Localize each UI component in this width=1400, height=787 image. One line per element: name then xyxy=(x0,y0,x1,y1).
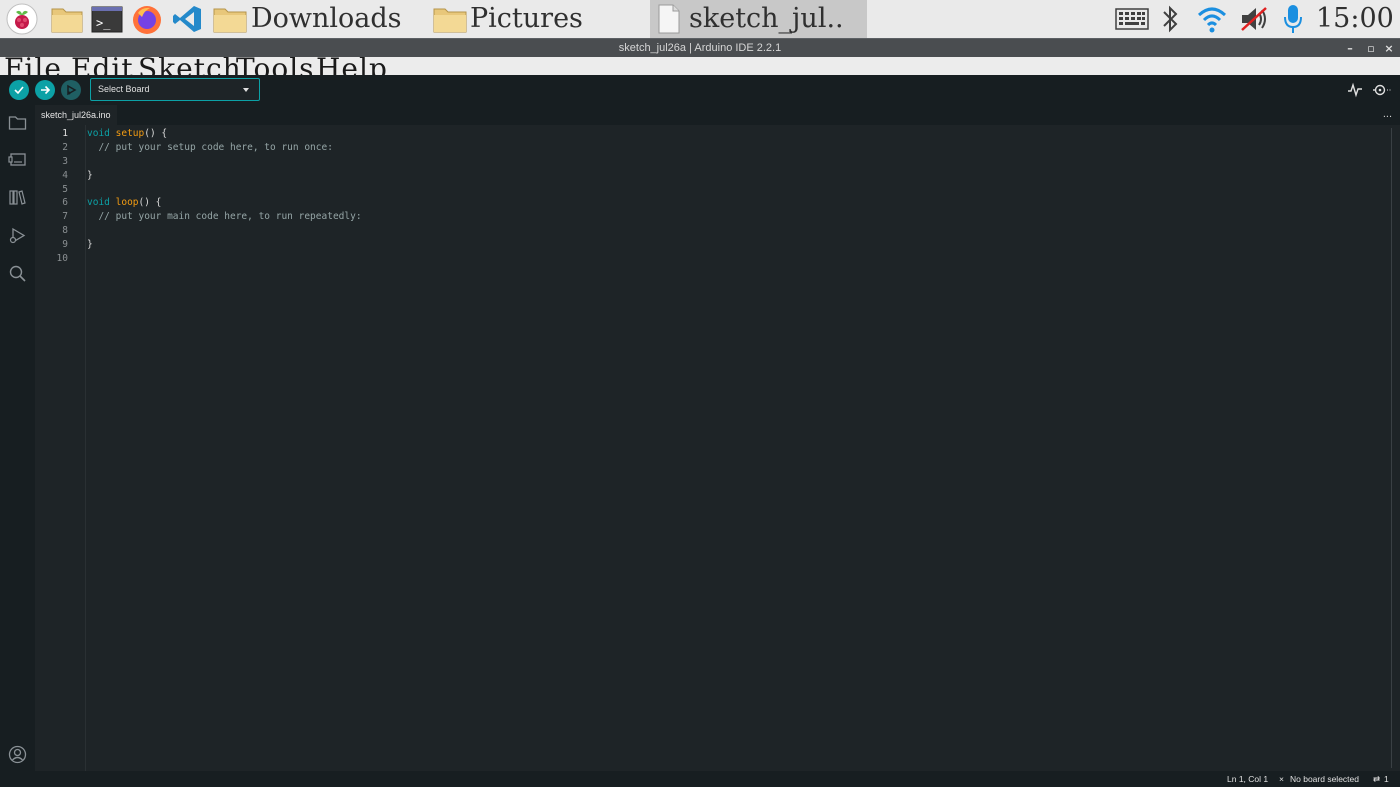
close-icon: × xyxy=(1279,774,1284,784)
menu-tools[interactable]: Tools xyxy=(236,57,315,75)
menu-help[interactable]: Help xyxy=(316,57,388,75)
account-icon[interactable] xyxy=(8,745,27,764)
firefox-launcher[interactable] xyxy=(128,0,166,38)
code-line: } xyxy=(87,239,93,250)
status-bar: Ln 1, Col 1 × No board selected ⇄ 1 xyxy=(0,771,1400,787)
code-comment: // put your main code here, to run repea… xyxy=(87,211,362,222)
volume-tray[interactable] xyxy=(1236,0,1272,38)
line-number: 9 xyxy=(62,239,68,250)
chevron-down-icon xyxy=(243,88,249,92)
code-line: } xyxy=(87,170,93,181)
arrow-right-icon xyxy=(41,85,51,95)
line-number: 3 xyxy=(62,156,68,167)
file-manager-launcher[interactable] xyxy=(48,0,86,38)
window-title: sketch_jul26a | Arduino IDE 2.2.1 xyxy=(618,42,782,54)
code-comment: // put your setup code here, to run once… xyxy=(87,142,333,153)
code-line: void setup() { xyxy=(87,127,167,141)
bluetooth-tray[interactable] xyxy=(1156,0,1184,38)
line-number: 8 xyxy=(62,225,68,236)
library-manager-icon[interactable] xyxy=(8,188,27,207)
line-number: 5 xyxy=(62,184,68,195)
vscode-launcher[interactable] xyxy=(168,0,206,38)
raspberry-pi-icon xyxy=(6,3,38,35)
check-icon xyxy=(14,86,24,95)
sketchbook-folder-icon[interactable] xyxy=(8,113,27,132)
window-titlebar[interactable]: sketch_jul26a | Arduino IDE 2.2.1 – ▫ × xyxy=(0,38,1400,57)
line-number: 4 xyxy=(62,170,68,181)
taskbar-downloads-window[interactable]: Downloads xyxy=(210,0,420,38)
serial-monitor-icon[interactable] xyxy=(1372,82,1392,98)
debug-sidebar-icon[interactable] xyxy=(8,226,27,245)
code-editor[interactable]: 1 2 3 4 5 6 7 8 9 10 void setup() { // p… xyxy=(35,125,1400,771)
notification-icon[interactable]: ⇄ xyxy=(1373,771,1380,787)
keyboard-icon xyxy=(1115,8,1149,30)
taskbar-pictures-window[interactable]: Pictures xyxy=(430,0,645,38)
terminal-launcher[interactable]: >_ xyxy=(88,0,126,38)
terminal-icon: >_ xyxy=(91,6,123,33)
raspberry-menu-button[interactable] xyxy=(4,0,40,38)
verify-button[interactable] xyxy=(9,80,29,100)
line-number: 1 xyxy=(62,128,68,139)
code-keyword: void xyxy=(87,128,110,139)
close-button[interactable]: × xyxy=(1381,39,1397,58)
menu-edit[interactable]: Edit xyxy=(71,57,134,75)
code-function: setup xyxy=(115,128,145,139)
code-punctuation: () { xyxy=(138,197,162,208)
code-punctuation: () { xyxy=(144,128,168,139)
debug-icon xyxy=(67,84,77,96)
volume-muted-icon xyxy=(1241,7,1267,31)
folder-icon xyxy=(213,8,247,33)
boards-manager-icon[interactable] xyxy=(8,150,27,169)
debug-button[interactable] xyxy=(61,80,81,100)
line-number: 2 xyxy=(62,142,68,153)
serial-plotter-icon[interactable] xyxy=(1347,82,1363,98)
code-line: void loop() { xyxy=(87,196,161,210)
maximize-button[interactable]: ▫ xyxy=(1363,39,1379,58)
line-number-gutter: 1 2 3 4 5 6 7 8 9 10 xyxy=(35,125,85,771)
wifi-tray[interactable] xyxy=(1194,0,1230,38)
firefox-icon xyxy=(133,6,161,34)
document-icon xyxy=(658,4,680,34)
more-tabs-button[interactable]: ... xyxy=(1383,105,1392,123)
sidebar xyxy=(0,105,35,771)
tab-sketch-file[interactable]: sketch_jul26a.ino xyxy=(35,105,117,125)
menu-bar: File Edit Sketch Tools Help xyxy=(0,57,1400,75)
taskbar-pictures-label: Pictures xyxy=(470,3,583,34)
menu-sketch[interactable]: Sketch xyxy=(138,57,242,75)
menu-file[interactable]: File xyxy=(4,57,62,75)
notification-count[interactable]: 1 xyxy=(1384,771,1389,787)
bluetooth-icon xyxy=(1163,5,1178,33)
clock[interactable]: 15:00 xyxy=(1316,0,1394,38)
search-icon[interactable] xyxy=(8,264,27,283)
board-selector-label: Select Board xyxy=(98,84,150,94)
keyboard-tray[interactable] xyxy=(1113,0,1151,38)
vscode-icon xyxy=(173,6,201,32)
code-area[interactable]: void setup() { // put your setup code he… xyxy=(85,125,1385,771)
code-keyword: void xyxy=(87,197,110,208)
upload-button[interactable] xyxy=(35,80,55,100)
taskbar: >_ Downloads Pictures sketch_jul.. 15:00 xyxy=(0,0,1400,38)
minimize-button[interactable]: – xyxy=(1342,39,1358,58)
cursor-position[interactable]: Ln 1, Col 1 xyxy=(1227,771,1268,787)
taskbar-downloads-label: Downloads xyxy=(251,3,402,34)
svg-text:>_: >_ xyxy=(96,16,111,30)
board-status[interactable]: No board selected xyxy=(1290,771,1359,787)
taskbar-arduino-label: sketch_jul.. xyxy=(689,3,844,34)
vertical-scrollbar[interactable] xyxy=(1391,128,1392,768)
board-selector[interactable]: Select Board xyxy=(90,78,260,101)
code-function: loop xyxy=(115,197,139,208)
toolbar: Select Board xyxy=(0,75,1400,105)
line-number: 7 xyxy=(62,211,68,222)
wifi-icon xyxy=(1197,7,1227,33)
line-number: 6 xyxy=(62,197,68,208)
folder-icon xyxy=(51,8,83,33)
line-number: 10 xyxy=(56,253,68,264)
microphone-tray[interactable] xyxy=(1278,0,1308,38)
microphone-icon xyxy=(1284,5,1302,33)
folder-icon xyxy=(433,8,467,33)
taskbar-arduino-window[interactable]: sketch_jul.. xyxy=(650,0,867,38)
editor-tab-bar: sketch_jul26a.ino ... xyxy=(35,105,1400,125)
